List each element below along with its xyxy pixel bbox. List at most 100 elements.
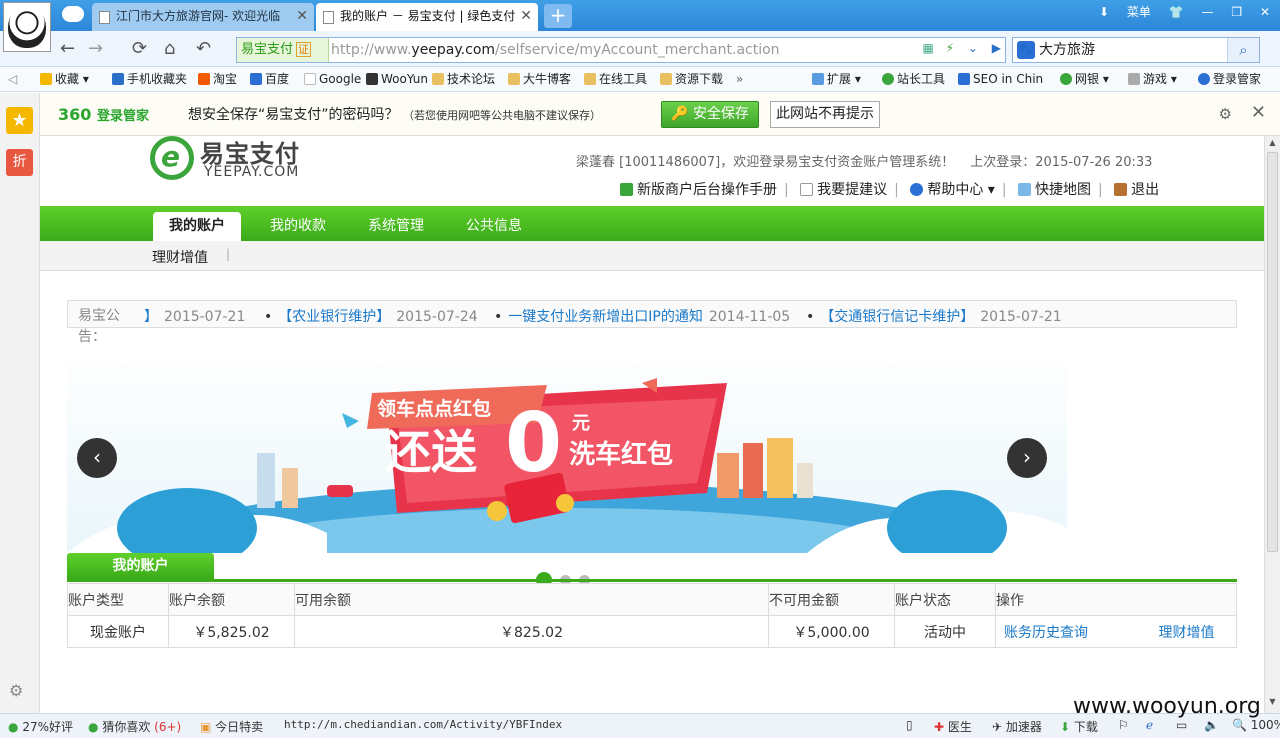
search-query[interactable]: 大方旅游 [1039,38,1095,62]
url-text[interactable]: http://www.yeepay.com/selfservice/myAcco… [331,38,780,62]
dropdown-icon[interactable]: ⌄ [968,41,978,55]
extensions-menu[interactable]: 扩展 ▾ [812,67,861,91]
undo-icon[interactable]: ↶ [196,37,211,61]
news-item[interactable]: 】 2015-07-21 [144,306,245,326]
scroll-down-icon[interactable]: ▼ [1267,697,1278,709]
save-password-hint: （若您使用网吧等公共电脑不建议保存） [402,109,601,122]
shirt-icon[interactable]: 👕 [1169,0,1184,24]
download-button[interactable]: ⬇ 下载 [1060,718,1098,735]
minimize-button[interactable]: — [1202,0,1214,24]
gear-icon[interactable]: ⚙ [9,681,23,700]
new-tab-button[interactable]: + [544,4,572,28]
daily-special[interactable]: ▣ 今日特卖 [200,718,263,735]
quick-map-link[interactable]: 快捷地图 [1018,182,1091,198]
user-avatar[interactable] [3,2,51,52]
webmaster-tools[interactable]: 站长工具 [882,67,945,91]
close-tab-icon[interactable]: ✕ [296,3,308,30]
logout-link[interactable]: 退出 [1114,182,1159,198]
rating[interactable]: ● 27%好评 [8,718,73,735]
cloud-icon[interactable] [62,6,84,22]
menu-label[interactable]: 菜单 [1127,0,1151,24]
favorites-item[interactable]: 百度 [250,67,289,91]
online-banking[interactable]: 网银 ▾ [1060,67,1109,91]
news-item[interactable]: • 【交通银行信记卡维护】 2015-07-21 [806,306,1062,326]
forward-arrow-icon[interactable]: → [88,37,103,61]
feedback-link[interactable]: 我要提建议 [800,182,887,198]
web-page: e 易宝支付 YEEPAY.COM 梁蓬春 [10011486007]，欢迎登录… [40,136,1264,713]
favorites-item[interactable]: WooYun [366,67,428,91]
close-window-button[interactable]: ✕ [1260,0,1270,24]
search-icon[interactable]: ⌕ [1227,38,1259,62]
games-menu[interactable]: 游戏 ▾ [1128,67,1177,91]
status-url: http://m.chediandian.com/Activity/YBFInd… [284,718,563,731]
favorites-folder[interactable]: 资源下载 [660,67,723,91]
restore-button[interactable]: ❐ [1231,0,1242,24]
news-item[interactable]: • 【农业银行维护】 2015-07-24 [264,306,478,326]
news-item[interactable]: • 一键支付业务新增出口IP的通知 2014-11-05 [494,306,790,326]
vertical-scrollbar[interactable]: ▲ ▼ [1264,136,1280,713]
window-icon[interactable]: ▭ [1176,718,1187,732]
settings-gear-icon[interactable]: ⚙ [1219,105,1232,123]
sound-icon[interactable]: 🔈 [1204,718,1219,732]
column-header: 账户余额 [168,583,295,616]
favorites-item[interactable]: 收藏 ▾ [40,67,89,91]
browser-tab[interactable]: 江门市大方旅游官网- 欢迎光临 ✕ [92,3,314,31]
sub-nav-wealth[interactable]: 理财增值 [152,247,208,267]
promo-banner[interactable]: 领车点点红包 还送 0 元 洗车红包 ‹ › [67,363,1067,553]
tab-my-receipts[interactable]: 我的收款 [258,212,338,241]
favorites-item[interactable]: Google [304,67,361,91]
banner-prev-arrow[interactable]: ‹ [77,438,117,478]
secure-site-badge[interactable]: 易宝支付证 [237,38,329,62]
search-box[interactable]: 🐾 大方旅游 ⌕ [1012,37,1260,63]
favorites-item[interactable]: 手机收藏夹 [112,67,187,91]
home-icon[interactable]: ⌂ [164,37,175,61]
phone-icon[interactable]: ▯ [906,718,913,732]
wealth-link[interactable]: 理财增值 [1158,625,1214,641]
manual-link[interactable]: 新版商户后台操作手册 [620,182,777,198]
banner-line3: 洗车红包 [569,439,673,470]
back-arrow-icon[interactable]: ← [60,37,75,61]
accelerator-button[interactable]: ✈ 加速器 [992,718,1042,735]
help-center-link[interactable]: 帮助中心 ▾ [910,182,995,198]
more-chevron-icon[interactable]: » [736,67,743,91]
close-tab-icon[interactable]: ✕ [520,3,532,30]
history-query-link[interactable]: 账务历史查询 [1004,625,1088,641]
tab-my-account[interactable]: 我的账户 [153,212,241,241]
browser-tab-active[interactable]: 我的账户 － 易宝支付 | 绿色支付 ✕ [316,3,538,31]
address-bar[interactable]: 易宝支付证 http://www.yeepay.com/selfservice/… [236,37,1006,63]
favorites-folder[interactable]: 在线工具 [584,67,647,91]
account-status: 活动中 [894,615,996,648]
column-header: 账户类型 [67,583,169,616]
banner-next-arrow[interactable]: › [1007,438,1047,478]
favorites-item[interactable]: 淘宝 [198,67,237,91]
ie-icon[interactable]: ℯ [1146,718,1153,732]
banner-yuan: 元 [572,413,590,434]
arrow-down-icon[interactable]: ⬇ [1099,0,1109,24]
lightning-icon[interactable]: ⚡ [946,41,954,55]
baidu-paw-icon[interactable]: 🐾 [1017,41,1035,59]
favorites-folder[interactable]: 大牛博客 [508,67,571,91]
flag-icon[interactable]: ⚐ [1118,718,1129,732]
doctor-button[interactable]: ✚ 医生 [934,718,972,735]
collapse-icon[interactable]: ◁ [8,67,17,91]
tab-system-management[interactable]: 系统管理 [356,212,436,241]
close-icon[interactable]: ✕ [1251,102,1266,123]
guess-you-like[interactable]: ● 猜你喜欢 (6+) [88,718,181,735]
scroll-thumb[interactable] [1267,152,1278,552]
scroll-up-icon[interactable]: ▲ [1267,138,1278,150]
zoom-level[interactable]: 🔍 100% [1232,718,1280,732]
qr-code-icon[interactable]: ▦ [922,41,933,55]
never-prompt-button[interactable]: 此网站不再提示 [770,101,880,128]
star-icon[interactable]: ★ [6,107,33,134]
favorites-folder[interactable]: 技术论坛 [432,67,495,91]
tab-public-info[interactable]: 公共信息 [454,212,534,241]
discount-icon[interactable]: 折 [6,149,33,176]
refresh-icon[interactable]: ⟳ [132,37,147,61]
account-section-tab[interactable]: 我的账户 [67,553,214,579]
secure-save-button[interactable]: 🔑 安全保存 [661,101,759,128]
yeepay-logo[interactable]: e 易宝支付 YEEPAY.COM [150,136,310,182]
seo-tool[interactable]: SEO in Chin [958,67,1043,91]
column-header: 不可用金额 [768,583,895,616]
go-icon[interactable]: ▶ [992,41,1001,55]
login-manager[interactable]: 登录管家 [1198,67,1261,91]
